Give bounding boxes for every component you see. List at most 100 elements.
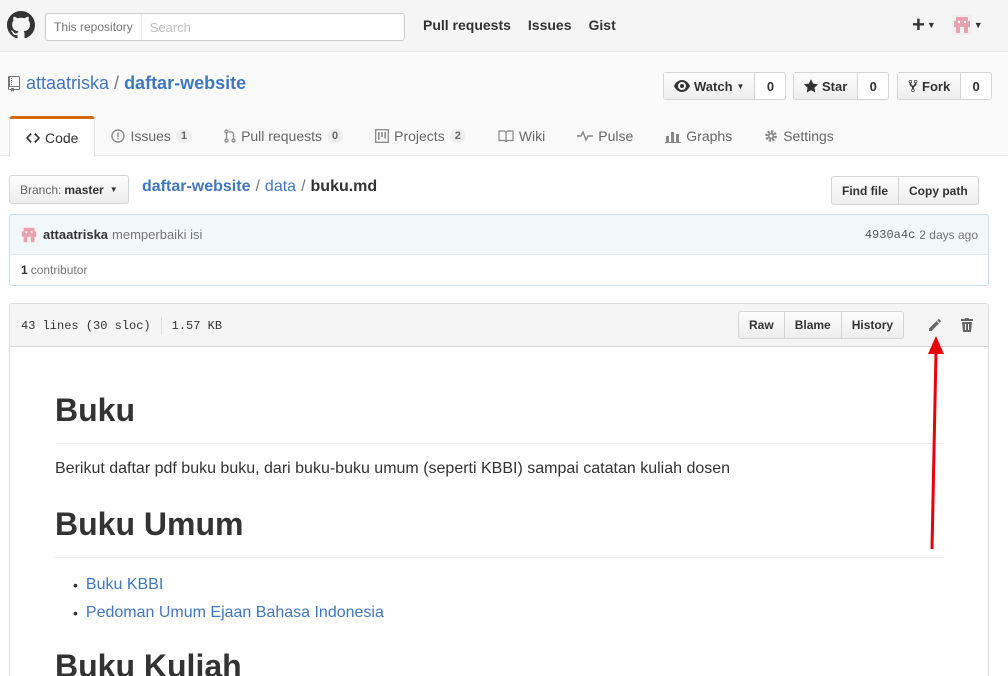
tab-projects[interactable]: Projects 2 <box>359 116 482 156</box>
tab-label: Settings <box>783 128 834 144</box>
tab-wiki[interactable]: Wiki <box>482 116 561 156</box>
repo-tabs: Code Issues 1 Pull requests 0 Projects 2… <box>9 116 850 157</box>
tab-pull-requests[interactable]: Pull requests 0 <box>208 116 359 156</box>
fork-label: Fork <box>922 78 951 94</box>
tab-label: Code <box>45 130 79 146</box>
blame-button[interactable]: Blame <box>785 312 842 338</box>
commit-time: 2 days ago <box>919 227 978 242</box>
github-logo-icon[interactable] <box>7 11 35 39</box>
watch-count[interactable]: 0 <box>755 73 785 99</box>
site-header: This repository Pull requests Issues Gis… <box>0 0 1008 52</box>
file-header: 43 lines (30 sloc) 1.57 KB Raw Blame His… <box>10 304 988 347</box>
star-count[interactable]: 0 <box>858 73 888 99</box>
repo-separator: / <box>114 73 120 93</box>
markdown-heading: Buku Umum <box>55 505 944 559</box>
file-actions: Raw Blame History <box>738 311 905 339</box>
create-new-button[interactable]: + ▼ <box>912 13 936 37</box>
list-item: Buku KBBI <box>55 571 384 599</box>
breadcrumb-separator: / <box>255 178 260 195</box>
list-item: Pedoman Umum Ejaan Bahasa Indonesia <box>55 599 384 627</box>
nav-issues[interactable]: Issues <box>528 17 572 33</box>
tab-counter: 0 <box>327 129 344 143</box>
link-buku-kbbi[interactable]: Buku KBBI <box>86 571 163 599</box>
tab-label: Pull requests <box>241 128 322 144</box>
commit-sha-link[interactable]: 4930a4c <box>865 228 915 242</box>
tab-label: Projects <box>394 128 445 144</box>
contributors-count: 1 <box>21 263 28 277</box>
search-input[interactable] <box>141 14 404 40</box>
tab-issues[interactable]: Issues 1 <box>95 116 208 156</box>
search-scope-label: This repository <box>46 14 142 40</box>
fork-button[interactable]: Fork <box>898 73 962 99</box>
header-actions: + ▼ ▼ <box>912 13 983 37</box>
history-button[interactable]: History <box>842 312 903 338</box>
fork-group: Fork 0 <box>897 72 993 100</box>
tab-label: Graphs <box>686 128 733 144</box>
markdown-list: Buku KBBI Pedoman Umum Ejaan Bahasa Indo… <box>55 571 384 627</box>
tab-code[interactable]: Code <box>9 116 96 157</box>
tab-settings[interactable]: Settings <box>748 116 850 156</box>
watch-button[interactable]: Watch ▼ <box>664 73 756 99</box>
file-nav-actions: Find file Copy path <box>831 176 979 205</box>
graph-icon <box>665 132 682 143</box>
plus-icon: + <box>912 12 925 37</box>
tab-counter: 1 <box>175 129 193 143</box>
star-icon <box>804 79 818 93</box>
nav-gist[interactable]: Gist <box>589 17 616 33</box>
pulse-icon <box>577 130 594 142</box>
repo-icon <box>8 75 20 92</box>
watch-group: Watch ▼ 0 <box>663 72 787 100</box>
nav-pull-requests[interactable]: Pull requests <box>423 17 511 33</box>
wiki-icon <box>498 130 514 143</box>
breadcrumb: daftar-website / data / buku.md <box>142 178 377 196</box>
tab-pulse[interactable]: Pulse <box>561 116 649 156</box>
watch-label: Watch <box>694 78 733 94</box>
trash-icon[interactable] <box>960 317 974 333</box>
user-menu-button[interactable]: ▼ <box>951 15 983 35</box>
breadcrumb-repo-link[interactable]: daftar-website <box>142 178 250 196</box>
breadcrumb-file: buku.md <box>310 178 378 195</box>
commit-author-link[interactable]: attaatriska <box>43 227 108 242</box>
tab-label: Issues <box>130 128 171 144</box>
tab-graphs[interactable]: Graphs <box>649 116 748 156</box>
file-info: 43 lines (30 sloc) 1.57 KB <box>21 317 222 335</box>
caret-down-icon: ▼ <box>109 185 118 194</box>
pull-request-icon <box>224 129 236 143</box>
header-nav: Pull requests Issues Gist <box>423 17 616 33</box>
repo-header: attaatriska / daftar-website Watch ▼ 0 S… <box>0 53 1008 157</box>
repo-title: attaatriska / daftar-website <box>8 73 246 94</box>
raw-button[interactable]: Raw <box>739 312 785 338</box>
repo-name-link[interactable]: daftar-website <box>124 73 246 94</box>
tab-counter: 2 <box>449 129 466 143</box>
tab-label: Pulse <box>598 128 634 144</box>
find-file-button[interactable]: Find file <box>832 177 899 204</box>
commit-message-link[interactable]: memperbaiki isi <box>112 227 202 242</box>
avatar[interactable] <box>20 225 38 244</box>
divider <box>160 317 162 335</box>
caret-down-icon: ▼ <box>926 20 936 30</box>
markdown-heading: Buku Kuliah <box>55 648 242 676</box>
star-group: Star 0 <box>793 72 890 100</box>
breadcrumb-separator: / <box>301 178 306 195</box>
contributors-bar[interactable]: 1 contributor <box>9 254 989 286</box>
branch-value: master <box>64 182 104 197</box>
fork-count[interactable]: 0 <box>961 73 991 99</box>
code-icon <box>26 133 40 143</box>
tab-label: Wiki <box>518 128 546 144</box>
file-box: 43 lines (30 sloc) 1.57 KB Raw Blame His… <box>9 303 989 676</box>
search-box: This repository <box>45 13 405 41</box>
fork-icon <box>908 79 918 93</box>
pencil-icon[interactable] <box>927 317 943 333</box>
commit-tease: attaatriska memperbaiki isi 4930a4c 2 da… <box>9 214 989 255</box>
star-label: Star <box>822 78 848 94</box>
file-size: 1.57 KB <box>171 319 223 333</box>
file-lines: 43 lines (30 sloc) <box>21 319 151 333</box>
breadcrumb-dir-link[interactable]: data <box>265 178 296 196</box>
branch-select-button[interactable]: Branch: master ▼ <box>9 175 129 204</box>
star-button[interactable]: Star <box>794 73 859 99</box>
link-pedoman-umum[interactable]: Pedoman Umum Ejaan Bahasa Indonesia <box>86 599 384 627</box>
caret-down-icon: ▼ <box>736 81 745 91</box>
repo-owner-link[interactable]: attaatriska <box>26 73 109 94</box>
markdown-heading: Buku <box>55 391 944 445</box>
copy-path-button[interactable]: Copy path <box>899 177 978 204</box>
